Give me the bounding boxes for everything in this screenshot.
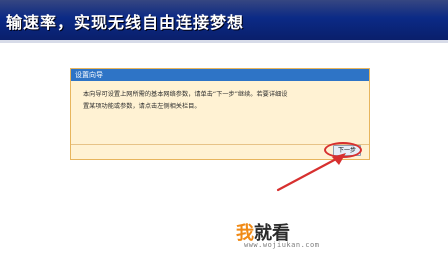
dialog-title: 设置向导 [71,69,369,81]
top-banner: 输速率，实现无线自由连接梦想 [0,0,448,40]
dialog-text-line: 置某项功能或参数，请点击左侧相关栏目。 [83,103,201,110]
annotation-arrow-icon [276,153,346,192]
watermark-url: www.wojiukan.com [244,241,320,249]
dialog-body: 本向导可设置上网所需的基本网络参数，请单击“下一步”继续。若要详细设 置某项功能… [83,89,355,139]
watermark: 我就看 www.wojiukan.com [236,219,319,249]
dialog-text-line: 本向导可设置上网所需的基本网络参数，请单击“下一步”继续。若要详细设 [83,91,288,98]
banner-title: 输速率，实现无线自由连接梦想 [6,13,245,32]
banner-divider [0,40,448,43]
